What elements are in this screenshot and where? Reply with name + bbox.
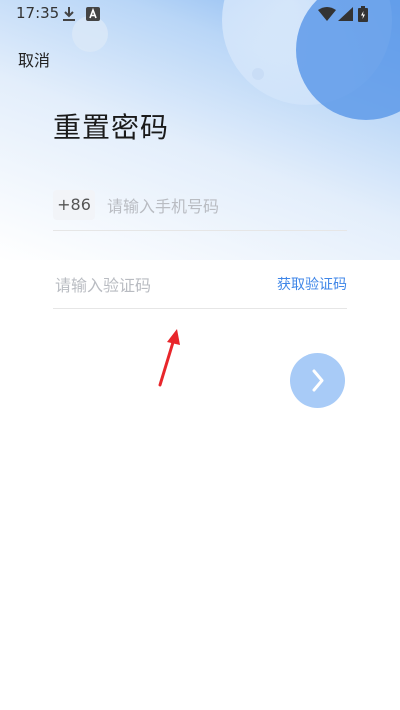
phone-input[interactable] <box>105 192 339 220</box>
wifi-icon <box>318 6 336 25</box>
phone-row: +86 <box>53 186 347 231</box>
signal-icon <box>338 6 353 25</box>
get-code-button[interactable]: 获取验证码 <box>277 274 347 294</box>
battery-icon <box>358 6 368 26</box>
chevron-right-icon <box>312 369 324 392</box>
a-badge-icon <box>86 6 100 25</box>
decor-circle-tiny <box>252 68 264 80</box>
next-button[interactable] <box>290 353 345 408</box>
status-time: 17:35 <box>16 4 60 22</box>
status-bar: 17:35 <box>0 0 400 28</box>
country-code-selector[interactable]: +86 <box>53 190 95 220</box>
cancel-button[interactable]: 取消 <box>18 47 50 71</box>
verification-code-input[interactable] <box>53 271 257 299</box>
annotation-arrow-icon <box>158 329 180 387</box>
download-icon <box>62 6 76 26</box>
page-title: 重置密码 <box>53 111 170 144</box>
verification-code-row: 获取验证码 <box>53 266 347 309</box>
